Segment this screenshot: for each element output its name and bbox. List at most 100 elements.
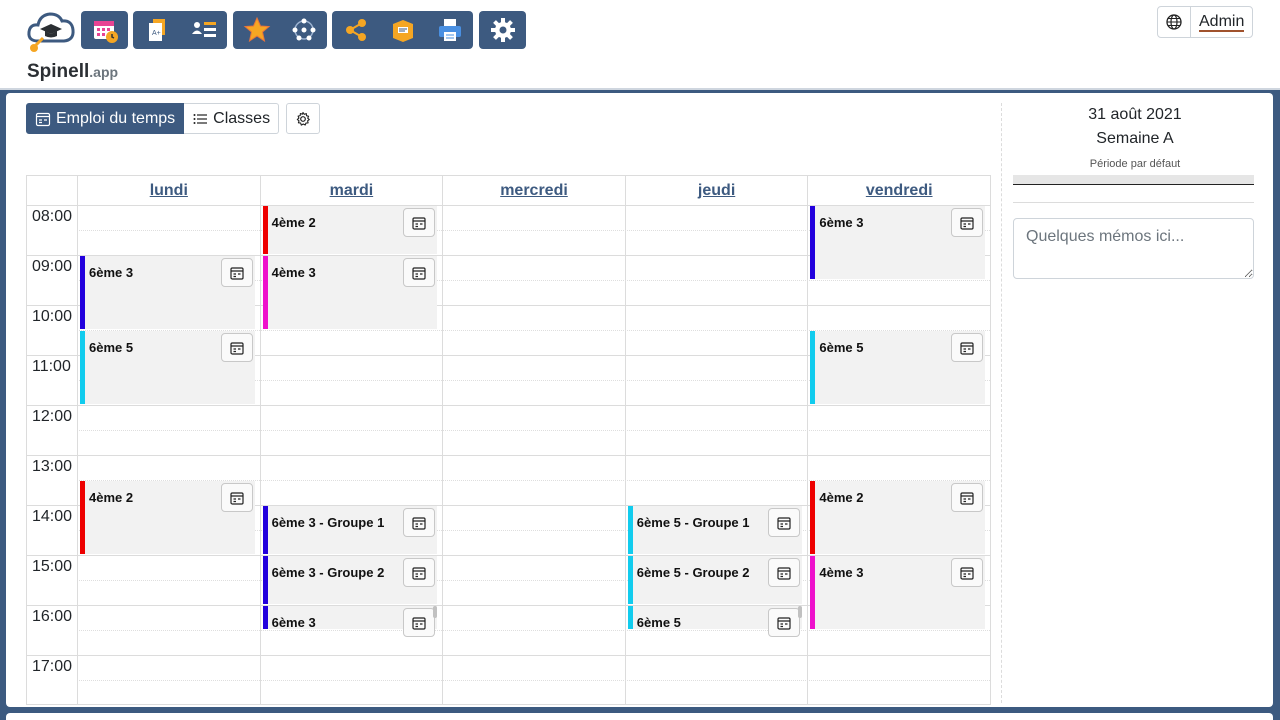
printer-icon[interactable] [426,11,473,49]
event-calendar-button[interactable] [220,333,253,362]
document-grades-icon[interactable]: A+ [133,11,180,49]
calendar-icon [412,616,426,630]
event-calendar-button[interactable] [403,608,436,637]
day-header-mercredi[interactable]: mercredi [442,176,625,205]
package-icon[interactable] [379,11,426,49]
divider [1013,202,1254,203]
half-hour-gridline [77,430,990,431]
event-calendar-button[interactable] [950,483,983,512]
event-label: 4ème 3 [271,265,316,280]
calendar-icon [229,491,244,505]
week-label: Semaine A [1096,130,1174,147]
event-calendar-button[interactable] [768,608,801,637]
event-calendar-button[interactable] [768,558,801,587]
time-label: 17:00 [32,658,73,675]
time-label: 14:00 [32,508,73,525]
time-label: 13:00 [32,458,73,475]
calendar-icon [777,566,791,580]
settings-button[interactable] [286,103,320,134]
schedule-event[interactable]: 6ème 5 [80,331,255,404]
day-header-lundi[interactable]: lundi [77,176,260,205]
toolbar-group-3 [233,11,327,49]
event-calendar-button[interactable] [950,208,983,237]
time-label: 15:00 [32,558,73,575]
schedule-event[interactable]: 4ème 3 [810,556,985,629]
event-calendar-button[interactable] [403,258,436,287]
calendar-icon [960,566,974,580]
event-calendar-button[interactable] [403,508,436,537]
list-icon [193,113,208,124]
event-label: 6ème 5 - Groupe 2 [636,565,750,580]
time-label: 11:00 [32,358,71,375]
schedule-event[interactable]: 6ème 3 [262,606,438,637]
tab-schedule[interactable]: Emploi du temps [26,103,185,134]
event-label: 6ème 5 [819,340,864,355]
event-calendar-button[interactable] [403,558,436,587]
event-label: 4ème 3 [819,565,864,580]
share-icon[interactable] [332,11,379,49]
calendar-icon [35,112,51,126]
memo-textarea[interactable] [1013,218,1254,279]
schedule-event[interactable]: 4ème 2 [810,481,985,554]
event-calendar-button[interactable] [220,483,253,512]
event-calendar-button[interactable] [950,333,983,362]
star-icon[interactable] [233,11,280,49]
top-header: Spinell.app A+ Admin [0,0,1280,90]
schedule-event[interactable]: 4ème 3 [262,256,438,329]
network-people-icon[interactable] [280,11,327,49]
schedule-event[interactable]: 6ème 3 - Groupe 2 [262,556,438,604]
calendar-clock-icon[interactable] [81,11,128,49]
current-date: 31 août 2021 [1088,106,1182,123]
event-label: 6ème 3 [89,265,134,280]
app-logo[interactable] [26,9,76,53]
event-calendar-button[interactable] [950,558,983,587]
schedule-event[interactable]: 6ème 3 [80,256,255,329]
students-list-icon[interactable] [180,11,227,49]
event-calendar-button[interactable] [220,258,253,287]
calendar-icon [777,616,791,630]
hour-gridline [27,405,990,406]
calendar-icon [777,516,791,530]
weekly-schedule: lundi mardi mercredi jeudi vendredi 08:00 09:0… [26,175,991,705]
toolbar-group-4 [332,11,473,49]
calendar-icon [229,341,244,355]
user-name[interactable]: Admin [1191,7,1252,37]
day-header-jeudi[interactable]: jeudi [624,176,808,205]
event-label: 4ème 2 [89,490,134,505]
footer-strip [6,713,1273,720]
brand-name: Spinell.app [27,61,119,82]
time-label: 12:00 [32,408,73,425]
view-tabs: Emploi du temps Classes [26,103,280,134]
schedule-event[interactable]: 6ème 5 - Groupe 2 [627,556,803,604]
event-label: 6ème 3 - Groupe 2 [271,565,385,580]
tab-classes-label: Classes [213,109,271,127]
event-label: 6ème 3 [819,215,864,230]
tab-classes[interactable]: Classes [184,103,280,134]
day-header-vendredi[interactable]: vendredi [807,176,990,205]
event-label: 6ème 5 [636,615,681,630]
event-label: 6ème 5 - Groupe 1 [636,515,750,530]
event-scrollbar[interactable] [433,606,438,618]
user-menu[interactable]: Admin [1157,6,1254,38]
calendar-icon [960,491,974,505]
schedule-event[interactable]: 4ème 2 [262,206,438,254]
toolbar-group-2: A+ [133,11,227,49]
schedule-event[interactable]: 6ème 5 [627,606,803,637]
globe-icon[interactable] [1158,7,1191,37]
schedule-event[interactable]: 6ème 3 [810,206,985,279]
event-calendar-button[interactable] [768,508,801,537]
schedule-event[interactable]: 6ème 3 - Groupe 1 [262,506,438,554]
schedule-event[interactable]: 4ème 2 [80,481,255,554]
gear-icon [296,111,310,126]
schedule-event[interactable]: 6ème 5 - Groupe 1 [627,506,803,554]
schedule-event[interactable]: 6ème 5 [810,331,985,404]
event-scrollbar[interactable] [798,606,803,618]
event-label: 4ème 2 [271,215,316,230]
calendar-icon [412,566,426,580]
period-bar[interactable] [1013,175,1254,185]
gear-icon[interactable] [479,11,526,49]
day-header-mardi[interactable]: mardi [259,176,443,205]
event-calendar-button[interactable] [403,208,436,237]
half-hour-gridline [77,630,990,631]
side-panel: 31 août 2021 Semaine A Période par défau… [1001,103,1267,703]
